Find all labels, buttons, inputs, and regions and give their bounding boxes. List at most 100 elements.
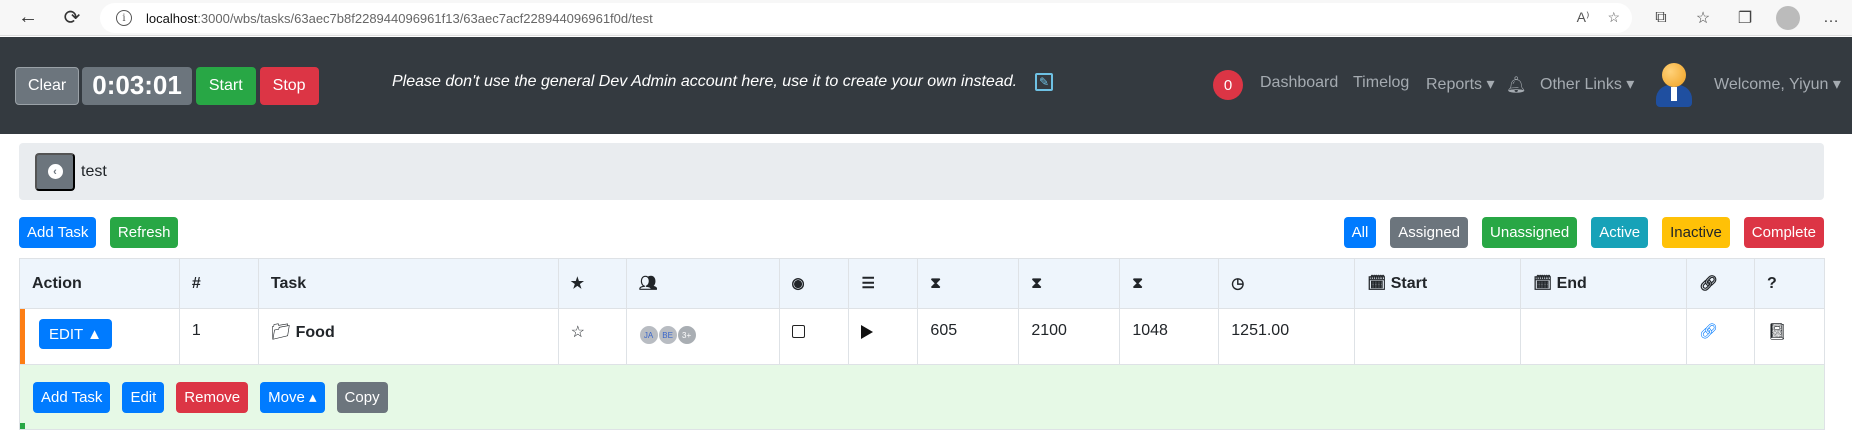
- cell-hours-most: 1048: [1119, 308, 1220, 365]
- cell-start: [1354, 308, 1522, 365]
- hourglass-start-icon: ⧗: [930, 274, 941, 292]
- nav-reports-dropdown[interactable]: Reports ▾: [1426, 74, 1495, 94]
- filter-inactive-button[interactable]: Inactive: [1662, 217, 1730, 248]
- admin-notice: Please don't use the general Dev Admin a…: [392, 73, 1018, 90]
- timer-group: Clear 0:03:01 Start Stop: [15, 66, 319, 105]
- header-priority: ★: [557, 258, 627, 309]
- row-move-button[interactable]: Move ▴: [260, 381, 325, 413]
- users-icon: 👥︎: [638, 275, 658, 292]
- back-arrow-icon[interactable]: ←: [10, 0, 46, 36]
- cell-task[interactable]: 📁︎ Food: [257, 308, 559, 365]
- header-hours-worst: ⧗: [1018, 258, 1121, 309]
- header-start-label: Start: [1390, 275, 1428, 292]
- filter-group: All Assigned Unassigned Active Inactive …: [1343, 217, 1824, 248]
- star-outline-icon[interactable]: ☆: [571, 324, 585, 341]
- user-avatar[interactable]: [1656, 63, 1692, 109]
- cell-hours-worst: 2100: [1018, 308, 1121, 365]
- play-icon[interactable]: [861, 325, 874, 339]
- row-action-bar: Add Task Edit Remove Move ▴ Copy: [19, 365, 1825, 430]
- header-hours-most: ⧗: [1119, 258, 1220, 309]
- cell-number: 1: [178, 308, 259, 365]
- table-header-row: Action # Task ★ 👥︎ ◉ ☰ ⧗ ⧗ ⧗ ◷ 🗓︎ Start …: [19, 258, 1826, 309]
- assigned-checkbox[interactable]: [791, 325, 805, 338]
- back-button[interactable]: ‹: [35, 152, 75, 191]
- reload-icon[interactable]: ⟳: [54, 0, 90, 36]
- filter-all-button[interactable]: All: [1343, 217, 1377, 248]
- cell-status: [848, 308, 919, 365]
- favorite-star-icon[interactable]: ☆: [1607, 9, 1620, 26]
- header-links: 🔗︎: [1685, 258, 1755, 309]
- info-icon[interactable]: i: [116, 10, 132, 26]
- link-icon[interactable]: 🔗︎: [1699, 323, 1718, 340]
- address-bar[interactable]: i localhost:3000/wbs/tasks/63aec7b8f2289…: [100, 3, 1632, 33]
- refresh-button[interactable]: Refresh: [109, 217, 179, 248]
- row-copy-button[interactable]: Copy: [336, 381, 388, 413]
- nav-timelog[interactable]: Timelog: [1353, 74, 1409, 92]
- add-task-button[interactable]: Add Task: [19, 217, 97, 248]
- url-path: :3000/wbs/tasks/63aec7b8f228944096961f13…: [197, 10, 653, 26]
- filter-assigned-button[interactable]: Assigned: [1390, 217, 1469, 248]
- cell-estimated-hours: 1251.00: [1218, 308, 1356, 365]
- row-remove-button[interactable]: Remove: [176, 381, 249, 413]
- hourglass-icon: ⧗: [1031, 274, 1042, 292]
- clock-icon: ◷: [1231, 275, 1245, 292]
- welcome-user-dropdown[interactable]: Welcome, Yiyun ▾: [1714, 74, 1841, 94]
- cell-members: JA BE 3+: [625, 308, 780, 365]
- nav-dashboard[interactable]: Dashboard: [1260, 74, 1338, 92]
- row-add-task-button[interactable]: Add Task: [33, 381, 111, 413]
- header-number: #: [178, 258, 259, 309]
- star-icon: ★: [570, 275, 585, 292]
- favorites-icon[interactable]: ☆: [1692, 7, 1714, 29]
- start-timer-button[interactable]: Start: [195, 66, 256, 105]
- breadcrumb-title: test: [81, 162, 107, 180]
- more-menu-icon[interactable]: …: [1820, 7, 1842, 29]
- edit-icon[interactable]: ✎: [1035, 73, 1053, 91]
- edit-task-button[interactable]: EDIT ▲: [39, 319, 112, 349]
- stop-timer-button[interactable]: Stop: [259, 66, 319, 105]
- cell-links: 🔗︎: [1685, 308, 1755, 365]
- browser-toolbar: ← ⟳ i localhost:3000/wbs/tasks/63aec7b8f…: [0, 0, 1852, 36]
- cell-priority: ☆: [557, 308, 627, 365]
- task-name: Food: [295, 324, 335, 341]
- profile-icon[interactable]: [1776, 6, 1800, 30]
- filter-complete-button[interactable]: Complete: [1743, 217, 1824, 248]
- notification-count-badge[interactable]: 0: [1213, 70, 1243, 100]
- collections-icon[interactable]: ❐: [1734, 7, 1756, 29]
- row-accent: [20, 423, 25, 429]
- calendar-times-icon: 🗓︎: [1533, 275, 1553, 292]
- tasks-icon: ☰: [861, 275, 875, 292]
- row-accent: [20, 309, 25, 364]
- filter-unassigned-button[interactable]: Unassigned: [1482, 217, 1578, 248]
- app-header: Clear 0:03:01 Start Stop Please don't us…: [0, 37, 1852, 134]
- read-aloud-icon[interactable]: A⁾: [1577, 9, 1590, 26]
- header-end: 🗓︎ End: [1520, 258, 1687, 309]
- row-edit-button[interactable]: Edit: [122, 381, 165, 413]
- more-members-badge[interactable]: 3+: [676, 325, 697, 345]
- cell-end: [1520, 308, 1687, 365]
- extensions-icon[interactable]: ⧉: [1650, 7, 1672, 29]
- filter-active-button[interactable]: Active: [1591, 217, 1649, 248]
- book-icon[interactable]: 📓︎: [1767, 324, 1787, 341]
- header-start: 🗓︎ Start: [1354, 258, 1522, 309]
- cell-hours-best: 605: [917, 308, 1020, 365]
- table-row: EDIT ▲ 1 📁︎ Food ☆ JA BE 3+ 605 2100 104…: [19, 308, 1826, 365]
- cell-assigned: [778, 308, 850, 365]
- header-end-label: End: [1556, 275, 1587, 292]
- calendar-check-icon: 🗓︎: [1367, 275, 1387, 292]
- folder-icon: 📁︎: [270, 324, 292, 341]
- header-assigned: ◉: [778, 258, 850, 309]
- member-avatar[interactable]: JA: [638, 325, 659, 345]
- nav-other-links-dropdown[interactable]: Other Links ▾: [1540, 74, 1634, 94]
- cell-action: EDIT ▲: [19, 308, 180, 365]
- clear-timer-button[interactable]: Clear: [15, 66, 80, 105]
- header-action: Action: [19, 258, 180, 309]
- member-avatar[interactable]: BE: [657, 325, 678, 345]
- url-host: localhost: [146, 10, 198, 26]
- bell-icon[interactable]: 🔔︎: [1506, 75, 1526, 95]
- user-circle-icon: ◉: [791, 275, 805, 292]
- header-task: Task: [257, 258, 559, 309]
- chevron-left-icon: ‹: [47, 164, 63, 179]
- task-toolbar: Add Task Refresh All Assigned Unassigned…: [19, 217, 1824, 248]
- task-table: Action # Task ★ 👥︎ ◉ ☰ ⧗ ⧗ ⧗ ◷ 🗓︎ Start …: [19, 258, 1826, 365]
- header-estimated-hours: ◷: [1218, 258, 1356, 309]
